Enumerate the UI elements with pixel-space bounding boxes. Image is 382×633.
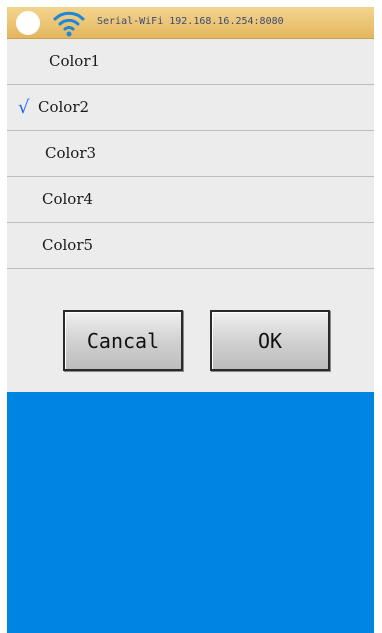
ok-button[interactable]: OK: [210, 310, 330, 371]
cancel-button[interactable]: Cancal: [63, 310, 183, 371]
list-item-color1[interactable]: Color1: [7, 39, 374, 85]
wifi-icon: [53, 11, 85, 37]
list-item-color2[interactable]: √ Color2: [7, 85, 374, 131]
list-item-label: Color5: [42, 236, 94, 254]
list-item-label: Color4: [42, 190, 94, 208]
check-icon: √: [18, 97, 30, 118]
connection-status-text: Serial-WiFi 192.168.16.254:8080: [97, 16, 284, 27]
list-item-label: Color2: [38, 98, 90, 116]
blue-panel: [7, 392, 374, 633]
status-bar: Serial-WiFi 192.168.16.254:8080: [7, 7, 374, 39]
list-item-color5[interactable]: Color5: [7, 223, 374, 269]
list-item-label: Color3: [45, 144, 97, 162]
status-dot-icon: [16, 11, 40, 35]
color-list: Color1 √ Color2 Color3 Color4 Color5: [7, 39, 374, 269]
list-item-color4[interactable]: Color4: [7, 177, 374, 223]
device-screen: Serial-WiFi 192.168.16.254:8080 Color1 √…: [7, 7, 374, 633]
list-item-color3[interactable]: Color3: [7, 131, 374, 177]
list-item-label: Color1: [49, 52, 101, 70]
